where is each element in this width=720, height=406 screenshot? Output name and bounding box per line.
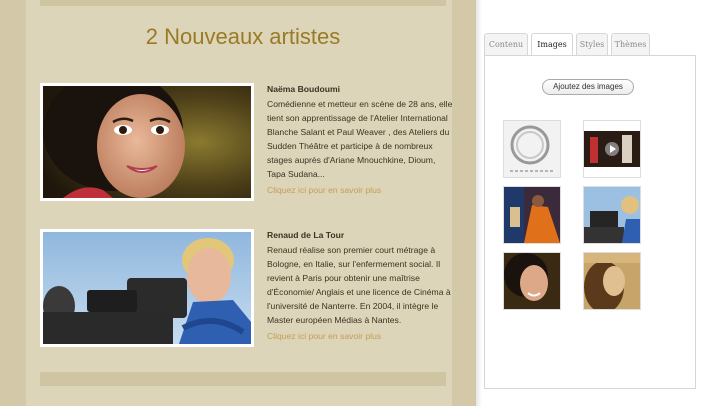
- cameraman-image: [43, 232, 251, 344]
- bottom-divider: [40, 372, 446, 386]
- preview-margin-right: [452, 0, 476, 406]
- stage-thumbnail: [584, 121, 640, 177]
- image-thumbnail[interactable]: [583, 252, 641, 310]
- artist-name: Renaud de La Tour: [267, 230, 345, 240]
- section-title: 2 Nouveaux artistes: [145, 24, 341, 49]
- images-panel: Ajoutez des images: [484, 55, 696, 389]
- sepia-portrait-thumbnail: [584, 253, 640, 309]
- preview-margin-left: [0, 0, 26, 406]
- image-thumbnail[interactable]: [503, 252, 561, 310]
- circle-sketch-thumbnail: [504, 121, 560, 177]
- tab-contenu[interactable]: Contenu: [484, 33, 528, 55]
- artist-photo-renaud[interactable]: [40, 229, 254, 347]
- image-thumbnail[interactable]: [583, 120, 641, 178]
- cameraman-thumbnail: [584, 187, 640, 243]
- artist-bio: Renaud réalise son premier court métrage…: [267, 245, 451, 325]
- image-thumbnail[interactable]: [503, 186, 561, 244]
- image-thumbnail[interactable]: [583, 186, 641, 244]
- add-images-button[interactable]: Ajoutez des images: [542, 79, 634, 95]
- image-thumbnail[interactable]: [503, 120, 561, 178]
- top-divider: [40, 0, 446, 6]
- more-info-link[interactable]: Cliquez ici pour en savoir plus: [267, 331, 381, 341]
- more-info-link[interactable]: Cliquez ici pour en savoir plus: [267, 185, 381, 195]
- artist-photo-naema[interactable]: [40, 83, 254, 201]
- tab-styles[interactable]: Styles: [576, 33, 608, 55]
- artist-name: Naëma Boudoumi: [267, 84, 341, 94]
- artist-bio: Comédienne et metteur en scène de 28 ans…: [267, 99, 453, 179]
- tab-images[interactable]: Images: [531, 33, 573, 56]
- tab-themes[interactable]: Thèmes: [611, 33, 650, 55]
- portrait-thumbnail: [504, 253, 560, 309]
- panel-shadow: [476, 0, 482, 406]
- dancers-thumbnail: [504, 187, 560, 243]
- newsletter-preview: 2 Nouveaux artistes Naëma Boudoumi Coméd…: [0, 0, 476, 406]
- portrait-image: [43, 86, 251, 198]
